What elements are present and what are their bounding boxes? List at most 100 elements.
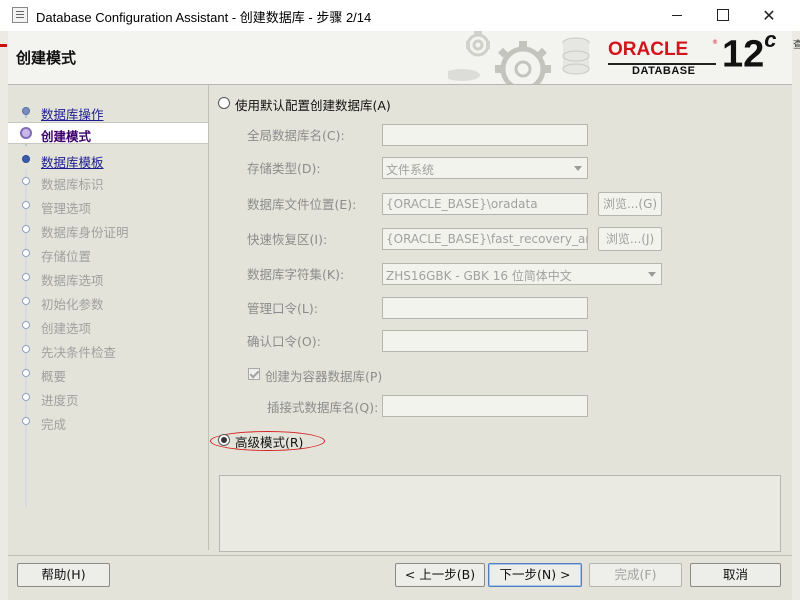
window-title: Database Configuration Assistant - 创建数据库…	[36, 10, 372, 25]
nav-step-label: 数据库标识	[41, 177, 104, 192]
database-brand-text: DATABASE	[632, 65, 696, 77]
pluggable-db-label: 插接式数据库名(Q):	[267, 400, 379, 415]
browse-j-button[interactable]: 浏览...(J)	[598, 227, 662, 251]
admin-password-input[interactable]	[382, 297, 588, 319]
window-title-bar: Database Configuration Assistant - 创建数据库…	[0, 0, 800, 31]
step-pending-icon	[22, 321, 30, 329]
finish-button[interactable]: 完成(F)	[589, 563, 682, 587]
nav-step-db-operation[interactable]: 数据库操作	[8, 101, 208, 123]
nav-step-label: 创建选项	[41, 321, 92, 336]
confirm-password-input[interactable]	[382, 330, 588, 352]
default-config-radio[interactable]	[218, 97, 230, 109]
background-window-edge-right	[792, 31, 800, 600]
step-pending-icon	[22, 273, 30, 281]
db-file-location-input[interactable]: {ORACLE_BASE}\oradata	[382, 193, 588, 215]
back-button[interactable]: < 上一步(B)	[395, 563, 485, 587]
container-db-label[interactable]: 创建为容器数据库(P)	[265, 366, 382, 385]
page-title: 创建模式	[16, 49, 77, 67]
nav-step-label[interactable]: 数据库操作	[41, 104, 104, 123]
nav-step-label: 存储位置	[41, 249, 92, 264]
maximize-button[interactable]	[700, 0, 746, 31]
nav-step-db-template[interactable]: 数据库模板	[8, 149, 208, 171]
cancel-button[interactable]: 取消	[690, 563, 781, 587]
step-pending-icon	[22, 225, 30, 233]
step-next-icon	[22, 155, 30, 163]
db-file-location-label: 数据库文件位置(E):	[247, 197, 357, 212]
default-config-label[interactable]: 使用默认配置创建数据库(A)	[235, 95, 391, 114]
nav-step-label: 先决条件检查	[41, 345, 117, 360]
background-window-text: 查	[793, 40, 800, 51]
step-pending-icon	[22, 177, 30, 185]
nav-step-prereq-check: 先决条件检查	[8, 339, 208, 361]
nav-step-management: 管理选项	[8, 195, 208, 217]
pluggable-db-input[interactable]	[382, 395, 588, 417]
nav-step-label: 完成	[41, 417, 67, 432]
nav-step-label[interactable]: 数据库模板	[41, 152, 104, 171]
version-suffix: c	[764, 31, 777, 52]
app-icon	[12, 7, 28, 23]
registered-mark: ®	[712, 39, 718, 46]
dropdown-arrow-icon	[648, 272, 656, 277]
storage-type-value: 文件系统	[386, 163, 435, 177]
nav-step-label: 数据库选项	[41, 273, 104, 288]
nav-step-create-mode[interactable]: 创建模式	[8, 122, 208, 144]
main-content: 使用默认配置创建数据库(A) 全局数据库名(C): 存储类型(D): 文件系统 …	[209, 85, 792, 555]
nav-step-progress: 进度页	[8, 387, 208, 409]
nav-step-label: 数据库身份证明	[41, 225, 129, 240]
gears-graphic-icon	[448, 31, 590, 84]
nav-step-label: 初始化参数	[41, 297, 104, 312]
step-pending-icon	[22, 297, 30, 305]
step-pending-icon	[22, 393, 30, 401]
nav-step-credentials: 数据库身份证明	[8, 219, 208, 241]
nav-step-label: 概要	[41, 369, 67, 384]
charset-value: ZHS16GBK - GBK 16 位简体中文	[386, 269, 572, 283]
storage-type-label: 存储类型(D):	[247, 161, 321, 176]
version-number: 12	[722, 33, 765, 76]
browse-g-button[interactable]: 浏览...(G)	[598, 192, 662, 216]
nav-step-label: 进度页	[41, 393, 79, 408]
red-marker	[0, 44, 7, 47]
help-button[interactable]: 帮助(H)	[17, 563, 110, 587]
step-navigator: 数据库操作 创建模式 数据库模板 数据库标识 管理选项 数据库身份证明 存储位置…	[8, 85, 208, 550]
charset-select[interactable]: ZHS16GBK - GBK 16 位简体中文	[382, 263, 662, 285]
nav-step-init-params: 初始化参数	[8, 291, 208, 313]
close-icon: ✕	[762, 6, 776, 25]
step-pending-icon	[22, 369, 30, 377]
nav-step-create-options: 创建选项	[8, 315, 208, 337]
maximize-icon	[717, 9, 729, 21]
version-logo: 12c	[722, 31, 777, 77]
nav-step-db-identity: 数据库标识	[8, 171, 208, 193]
oracle-brand-text: ORACLE	[608, 39, 689, 60]
minimize-icon	[672, 14, 682, 16]
step-pending-icon	[22, 201, 30, 209]
background-window-edge	[0, 31, 8, 600]
nav-step-finish: 完成	[8, 411, 208, 433]
step-done-icon	[22, 107, 30, 115]
nav-step-db-options: 数据库选项	[8, 267, 208, 289]
global-db-name-input[interactable]	[382, 124, 588, 146]
step-current-icon	[20, 127, 32, 139]
nav-step-summary: 概要	[8, 363, 208, 385]
step-pending-icon	[22, 249, 30, 257]
container-db-checkbox[interactable]	[248, 368, 260, 380]
storage-type-select[interactable]: 文件系统	[382, 157, 588, 179]
message-area	[219, 475, 781, 552]
step-pending-icon	[22, 417, 30, 425]
nav-step-label: 管理选项	[41, 201, 92, 216]
global-db-name-label: 全局数据库名(C):	[247, 128, 345, 143]
nav-step-label: 创建模式	[41, 129, 92, 144]
confirm-password-label: 确认口令(O):	[247, 334, 321, 349]
close-button[interactable]: ✕	[746, 0, 792, 31]
nav-step-storage: 存储位置	[8, 243, 208, 265]
admin-password-label: 管理口令(L):	[247, 301, 318, 316]
header-banner: 创建模式 ORACLE ® DATABASE 12c	[8, 31, 792, 85]
charset-label: 数据库字符集(K):	[247, 267, 345, 282]
advanced-mode-label[interactable]: 高级模式(R)	[235, 432, 303, 451]
fast-recovery-label: 快速恢复区(I):	[247, 232, 328, 247]
step-pending-icon	[22, 345, 30, 353]
fast-recovery-input[interactable]: {ORACLE_BASE}\fast_recovery_area	[382, 228, 588, 250]
dropdown-arrow-icon	[574, 166, 582, 171]
advanced-mode-radio[interactable]	[218, 434, 230, 446]
minimize-button[interactable]	[654, 0, 700, 31]
next-button[interactable]: 下一步(N) >	[488, 563, 582, 587]
